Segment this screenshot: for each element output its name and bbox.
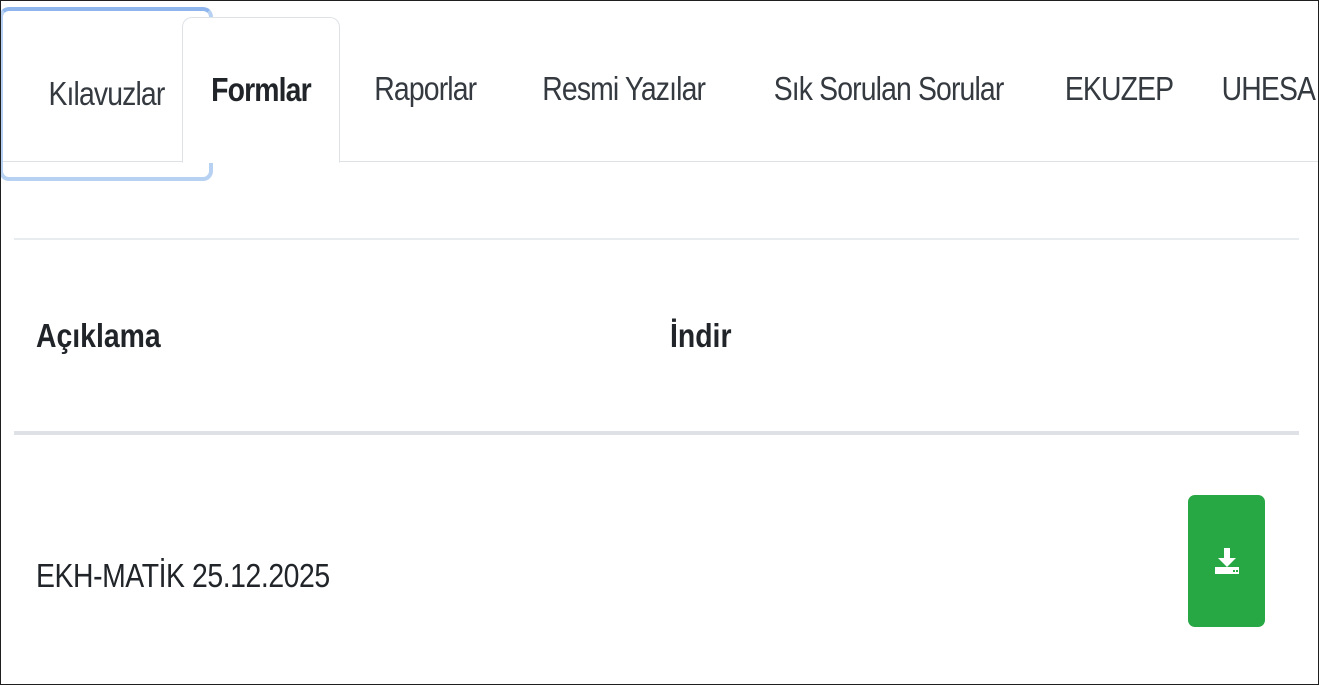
tab-resmi-yazilar[interactable]: Resmi Yazılar — [513, 17, 735, 161]
column-header-indir: İndir — [670, 240, 742, 431]
table-row: EKH-MATİK 25.12.2025 — [14, 435, 1299, 684]
forms-table: Açıklama İndir EKH-MATİK 25.12.2025 — [14, 238, 1299, 684]
row-description-text: EKH-MATİK 25.12.2025 — [36, 557, 330, 594]
tab-ekuzep[interactable]: EKUZEP — [1043, 17, 1195, 161]
download-icon — [1214, 548, 1239, 574]
tab-resmi-yazilar-label: Resmi Yazılar — [542, 70, 707, 107]
tab-uhesa[interactable]: UHESA — [1206, 17, 1318, 161]
column-header-aciklama-label: Açıklama — [36, 316, 161, 354]
tab-kilavuzlar-label: Kılavuzlar — [47, 75, 165, 112]
tab-uhesa-label: UHESA — [1221, 70, 1316, 107]
tab-bar: Kılavuzlar Formlar Raporlar Resmi Yazıla… — [1, 7, 1318, 181]
row-description: EKH-MATİK 25.12.2025 — [36, 527, 378, 625]
tab-raporlar-label: Raporlar — [374, 70, 477, 107]
download-button[interactable] — [1188, 495, 1265, 627]
tab-formlar-label: Formlar — [211, 71, 312, 108]
tab-sik-sorulan-sorular-label: Sık Sorulan Sorular — [774, 70, 1005, 107]
tab-formlar[interactable]: Formlar — [182, 17, 340, 163]
page-frame: Kılavuzlar Formlar Raporlar Resmi Yazıla… — [0, 0, 1319, 685]
tab-sik-sorulan-sorular[interactable]: Sık Sorulan Sorular — [741, 17, 1037, 161]
column-header-indir-label: İndir — [670, 316, 732, 354]
tab-raporlar[interactable]: Raporlar — [351, 17, 499, 161]
table-header: Açıklama İndir — [14, 240, 1299, 435]
tab-ekuzep-label: EKUZEP — [1064, 70, 1174, 107]
column-header-aciklama: Açıklama — [36, 240, 181, 431]
